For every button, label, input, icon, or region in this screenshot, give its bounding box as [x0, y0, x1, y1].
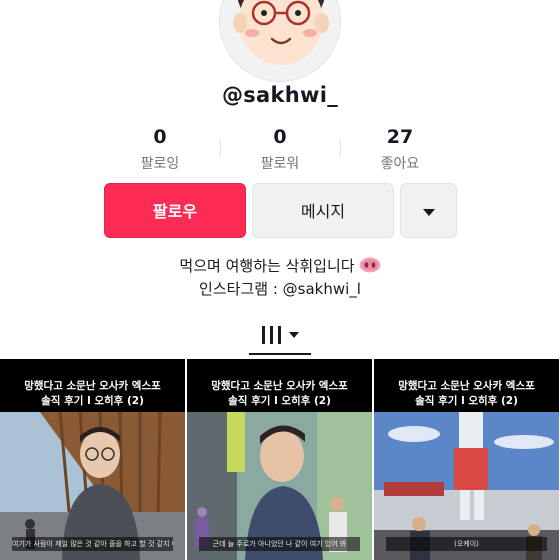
stat-following-count: 0 — [153, 126, 167, 148]
tab-active-underline — [249, 353, 311, 355]
video-title: 망했다고 소문난 오사카 엑스포 솔직 후기 l 오히후 (2) — [374, 379, 559, 409]
caret-down-icon — [289, 332, 299, 338]
follow-button[interactable]: 팔로우 — [104, 183, 246, 238]
stat-followers-count: 0 — [273, 126, 287, 148]
video-title-line-2: 솔직 후기 l 오히후 (2) — [41, 395, 144, 407]
message-button[interactable]: 메시지 — [252, 183, 394, 238]
profile-stats: 0 팔로잉 0 팔로워 27 좋아요 — [100, 124, 460, 174]
stat-likes-label: 좋아요 — [380, 156, 420, 172]
video-thumbnail[interactable]: 망했다고 소문난 오사카 엑스포 솔직 후기 l 오히후 (2) (오케이) — [374, 359, 559, 560]
bio-line-2[interactable]: 인스타그램 : @sakhwi_l — [0, 278, 560, 299]
tab-videos[interactable] — [249, 318, 311, 356]
video-subtitle: 근데 늘 주로가 아니었던 나 같이 여기 있어 봐 — [199, 537, 360, 551]
video-title-line-2: 솔직 후기 l 오히후 (2) — [228, 395, 331, 407]
video-subtitle: 여기가 사람이 제일 많은 것 같아 줄을 하고 할 것 같지 아 — [12, 537, 173, 551]
stat-likes: 27 좋아요 — [340, 124, 460, 173]
bio-line-1: 먹으며 여행하는 삭휘입니다 — [0, 255, 560, 276]
more-options-button[interactable] — [400, 183, 457, 238]
stat-following-label: 팔로잉 — [140, 156, 180, 172]
username: @sakhwi_ — [221, 83, 339, 107]
bio-text: 먹으며 여행하는 삭휘입니다 — [179, 257, 355, 275]
video-title-line-1: 망했다고 소문난 오사카 엑스포 — [24, 380, 161, 392]
stat-followers[interactable]: 0 팔로워 — [220, 124, 340, 173]
video-title: 망했다고 소문난 오사카 엑스포 솔직 후기 l 오히후 (2) — [0, 379, 185, 409]
video-title-line-1: 망했다고 소문난 오사카 엑스포 — [398, 380, 535, 392]
cartoon-face-avatar-icon — [220, 0, 340, 81]
video-title: 망했다고 소문난 오사카 엑스포 솔직 후기 l 오히후 (2) — [187, 379, 372, 409]
video-subtitle: (오케이) — [386, 537, 547, 551]
profile-avatar[interactable] — [219, 0, 341, 82]
video-grid: 망했다고 소문난 오사카 엑스포 솔직 후기 l 오히후 (2) 여기가 사람이… — [0, 359, 560, 560]
pig-nose-icon — [359, 257, 381, 273]
video-title-line-1: 망했다고 소문난 오사카 엑스포 — [211, 380, 348, 392]
stat-following[interactable]: 0 팔로잉 — [100, 124, 220, 173]
video-thumbnail[interactable]: 망했다고 소문난 오사카 엑스포 솔직 후기 l 오히후 (2) 여기가 사람이… — [0, 359, 185, 560]
videos-grid-icon — [262, 323, 299, 345]
video-thumbnail[interactable]: 망했다고 소문난 오사카 엑스포 솔직 후기 l 오히후 (2) 근데 늘 주로… — [187, 359, 372, 560]
stat-followers-label: 팔로워 — [260, 156, 300, 172]
stat-likes-count: 27 — [386, 126, 414, 148]
triangle-down-icon — [422, 209, 435, 216]
video-title-line-2: 솔직 후기 l 오히후 (2) — [415, 395, 518, 407]
